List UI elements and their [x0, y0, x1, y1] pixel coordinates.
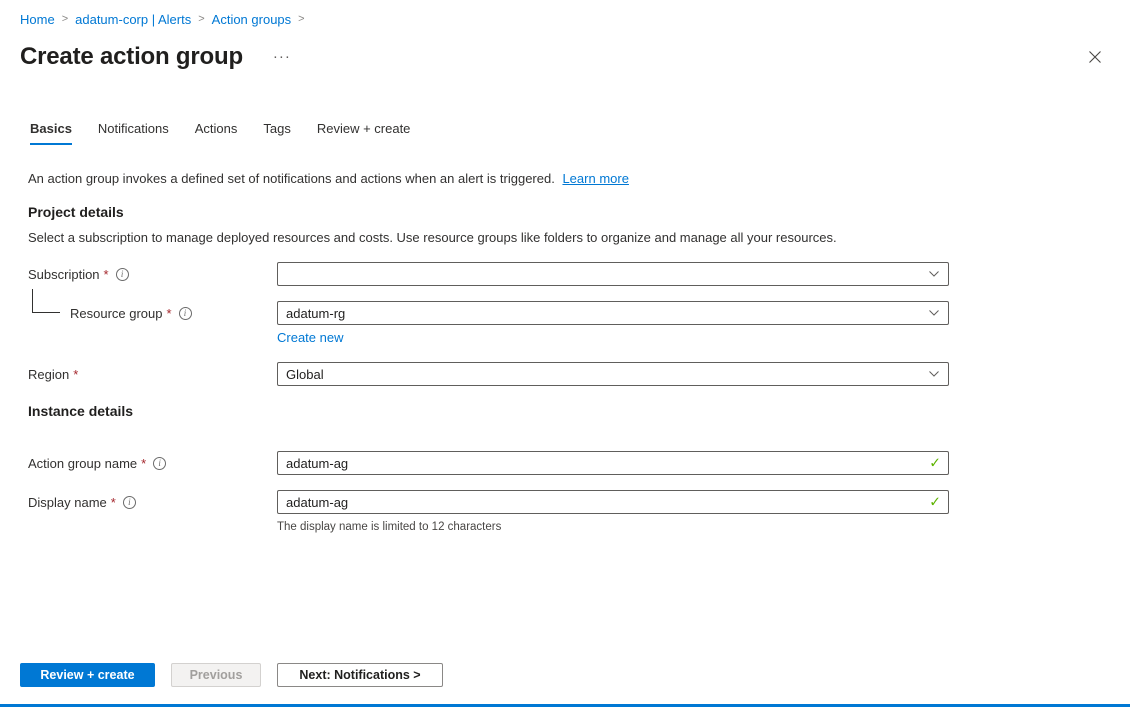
instance-details-heading: Instance details — [28, 403, 134, 419]
breadcrumb-home[interactable]: Home — [20, 12, 55, 27]
breadcrumb-separator-icon: > — [198, 13, 205, 25]
resource-group-field-row: Resource group * i adatum-rg Create new — [28, 289, 1110, 347]
chevron-down-icon — [929, 271, 939, 277]
more-options-icon[interactable]: ··· — [273, 49, 291, 64]
subscription-input-col — [277, 262, 949, 286]
page-title: Create action group — [20, 42, 243, 70]
tab-basics[interactable]: Basics — [30, 121, 72, 145]
region-input-col: Global — [277, 362, 949, 386]
action-group-name-input[interactable] — [277, 451, 949, 475]
info-icon[interactable]: i — [153, 456, 167, 470]
display-name-label-text: Display name — [28, 494, 107, 510]
action-group-name-input-col: ✓ — [277, 451, 949, 475]
region-label: Region * — [28, 362, 277, 386]
create-new-link[interactable]: Create new — [277, 330, 343, 345]
tab-actions[interactable]: Actions — [195, 121, 238, 145]
breadcrumb-alerts[interactable]: adatum-corp | Alerts — [75, 12, 191, 27]
valid-check-icon: ✓ — [929, 454, 941, 471]
review-create-button[interactable]: Review + create — [20, 663, 155, 687]
resource-group-dropdown[interactable]: adatum-rg — [277, 301, 949, 325]
indent-connector — [32, 289, 60, 313]
instance-details-form: Action group name * i ✓ Display name * i — [28, 451, 1110, 534]
region-label-text: Region — [28, 366, 70, 382]
display-name-input[interactable] — [277, 490, 949, 514]
display-name-input-col: ✓ The display name is limited to 12 char… — [277, 490, 949, 534]
region-value: Global — [286, 366, 324, 382]
project-details-heading: Project details — [28, 204, 124, 220]
breadcrumb: Home > adatum-corp | Alerts > Action gro… — [20, 10, 1110, 28]
required-marker: * — [103, 266, 109, 282]
breadcrumb-separator-icon: > — [298, 13, 305, 25]
footer-actions: Review + create Previous Next: Notificat… — [20, 663, 443, 687]
close-icon[interactable] — [1088, 50, 1102, 64]
resource-group-label-text: Resource group — [70, 305, 163, 321]
intro-text: An action group invokes a defined set of… — [28, 171, 1110, 187]
intro-description: An action group invokes a defined set of… — [28, 171, 555, 186]
tab-tags[interactable]: Tags — [263, 121, 290, 145]
info-icon[interactable]: i — [122, 495, 136, 509]
chevron-down-icon — [929, 371, 939, 377]
resource-group-input-col: adatum-rg Create new — [277, 301, 949, 347]
resource-group-value: adatum-rg — [286, 305, 346, 321]
subscription-dropdown[interactable] — [277, 262, 949, 286]
region-field-row: Region * Global — [28, 362, 1110, 386]
required-marker: * — [141, 455, 147, 471]
create-action-group-page: Home > adatum-corp | Alerts > Action gro… — [0, 0, 1130, 707]
action-group-name-label: Action group name * i — [28, 451, 277, 475]
region-dropdown[interactable]: Global — [277, 362, 949, 386]
breadcrumb-separator-icon: > — [61, 13, 69, 25]
resource-group-label: Resource group * i — [28, 289, 277, 325]
breadcrumb-action-groups[interactable]: Action groups — [212, 12, 292, 27]
display-name-helper-text: The display name is limited to 12 charac… — [277, 521, 502, 533]
next-notifications-button[interactable]: Next: Notifications > — [277, 663, 443, 687]
basics-tab-content: An action group invokes a defined set of… — [28, 171, 1110, 534]
subscription-field-row: Subscription * i — [28, 262, 1110, 286]
required-marker: * — [110, 494, 116, 510]
action-group-name-label-text: Action group name — [28, 455, 138, 471]
display-name-field-row: Display name * i ✓ The display name is l… — [28, 490, 1110, 534]
action-group-name-field-row: Action group name * i ✓ — [28, 451, 1110, 475]
tab-bar: Basics Notifications Actions Tags Review… — [30, 121, 1110, 145]
tab-review-create[interactable]: Review + create — [317, 121, 411, 145]
subscription-label: Subscription * i — [28, 262, 277, 286]
valid-check-icon: ✓ — [929, 493, 941, 510]
info-icon[interactable]: i — [115, 267, 129, 281]
subscription-label-text: Subscription — [28, 266, 100, 282]
page-header: Create action group ··· — [20, 40, 1110, 73]
project-details-form: Subscription * i Resource group * i adat… — [28, 262, 1110, 386]
display-name-label: Display name * i — [28, 490, 277, 514]
chevron-down-icon — [929, 310, 939, 316]
info-icon[interactable]: i — [178, 306, 192, 320]
close-x-glyph — [1089, 50, 1101, 63]
required-marker: * — [73, 366, 79, 382]
learn-more-link[interactable]: Learn more — [562, 171, 628, 186]
tab-notifications[interactable]: Notifications — [98, 121, 169, 145]
project-details-description: Select a subscription to manage deployed… — [28, 230, 837, 245]
previous-button[interactable]: Previous — [171, 663, 261, 687]
required-marker: * — [166, 305, 172, 321]
